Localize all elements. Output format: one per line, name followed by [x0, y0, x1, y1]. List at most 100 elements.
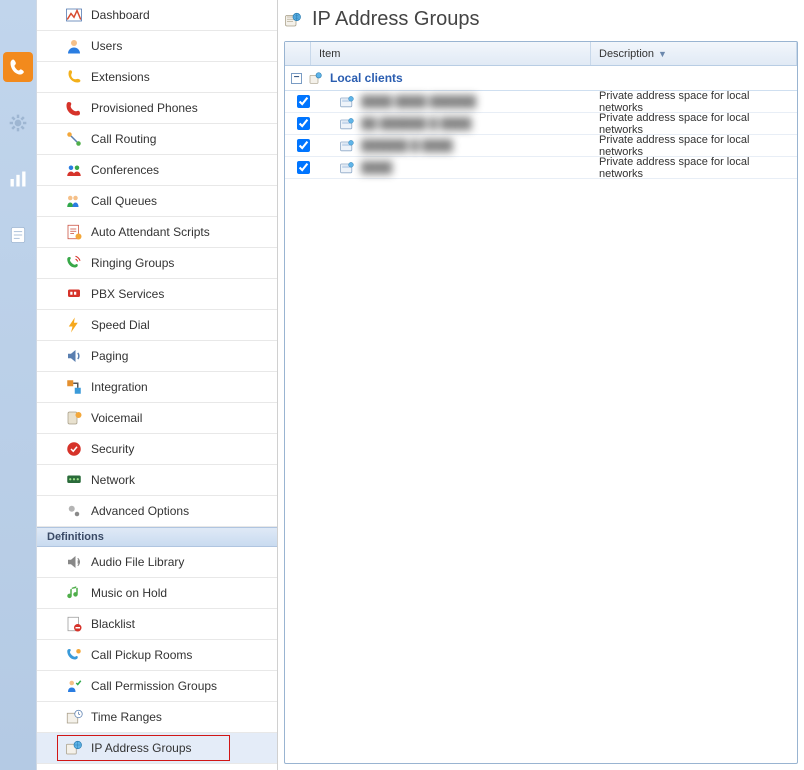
- data-rows: ████ ████ ██████ Private address space fo…: [285, 91, 797, 179]
- network-icon: [65, 471, 83, 489]
- sidebar-item-integration[interactable]: Integration: [37, 372, 277, 403]
- group-row-local-clients[interactable]: − Local clients: [285, 66, 797, 91]
- dashboard-icon: [65, 6, 83, 24]
- security-icon: [65, 440, 83, 458]
- row-item-text: ██ ██████ █ ████: [361, 118, 471, 130]
- sidebar-item-dashboard[interactable]: Dashboard: [37, 0, 277, 31]
- row-ip-icon: [339, 138, 355, 154]
- row-description: Private address space for local networks: [591, 90, 797, 114]
- sidebar-item-call-pickup-rooms[interactable]: Call Pickup Rooms: [37, 640, 277, 671]
- sidebar-item-paging[interactable]: Paging: [37, 341, 277, 372]
- sidebar-item-blacklist[interactable]: Blacklist: [37, 609, 277, 640]
- row-item-text: ████: [361, 162, 392, 174]
- sidebar-item-label: Call Permission Groups: [91, 679, 217, 693]
- edge-tab-stats[interactable]: [3, 164, 33, 194]
- main: IP Address Groups Item Description▼ − Lo…: [278, 0, 804, 770]
- sidebar-item-label: Security: [91, 442, 134, 456]
- row-item-text: ████ ████ ██████: [361, 96, 476, 108]
- row-item-cell: ██ ██████ █ ████: [311, 116, 591, 132]
- table-row[interactable]: ████ ████ ██████ Private address space fo…: [285, 91, 797, 113]
- sidebar-item-label: Integration: [91, 380, 148, 394]
- voicemail-icon: [65, 409, 83, 427]
- user-icon: [65, 37, 83, 55]
- column-checkbox[interactable]: [285, 42, 311, 65]
- row-checkbox-cell: [285, 158, 311, 177]
- row-item-cell: ████ ████ ██████: [311, 94, 591, 110]
- left-edge-stripe: [0, 0, 36, 770]
- edge-tab-phone[interactable]: [3, 52, 33, 82]
- page-header: IP Address Groups: [278, 0, 804, 41]
- sidebar-item-label: Music on Hold: [91, 586, 167, 600]
- sidebar-item-security[interactable]: Security: [37, 434, 277, 465]
- row-item-cell: ██████ █ ████: [311, 138, 591, 154]
- sidebar-item-time-ranges[interactable]: Time Ranges: [37, 702, 277, 733]
- row-item-text: ██████ █ ████: [361, 140, 453, 152]
- row-checkbox-cell: [285, 92, 311, 111]
- integration-icon: [65, 378, 83, 396]
- permission-icon: [65, 677, 83, 695]
- row-checkbox[interactable]: [297, 139, 310, 152]
- sidebar-item-label: Call Queues: [91, 194, 157, 208]
- edge-tab-notes[interactable]: [3, 220, 33, 250]
- sidebar-item-audio-file-library[interactable]: Audio File Library: [37, 547, 277, 578]
- sidebar-section-definitions: Definitions: [37, 527, 277, 547]
- sidebar-item-advanced-options[interactable]: Advanced Options: [37, 496, 277, 527]
- sidebar: Dashboard Users Extensions Provisioned Phon…: [36, 0, 278, 770]
- sidebar-item-users[interactable]: Users: [37, 31, 277, 62]
- table-row[interactable]: ██ ██████ █ ████ Private address space fo…: [285, 113, 797, 135]
- group-name: Local clients: [330, 71, 403, 85]
- phone-icon: [8, 57, 28, 77]
- row-checkbox-cell: [285, 114, 311, 133]
- sidebar-item-ringing-groups[interactable]: Ringing Groups: [37, 248, 277, 279]
- sidebar-item-call-queues[interactable]: Call Queues: [37, 186, 277, 217]
- sidebar-item-extensions[interactable]: Extensions: [37, 62, 277, 93]
- row-ip-icon: [339, 160, 355, 176]
- script-icon: [65, 223, 83, 241]
- phone-red-icon: [65, 99, 83, 117]
- collapse-toggle[interactable]: −: [291, 73, 302, 84]
- sidebar-item-voicemail[interactable]: Voicemail: [37, 403, 277, 434]
- edge-tab-settings[interactable]: [3, 108, 33, 138]
- sidebar-item-call-permission-groups[interactable]: Call Permission Groups: [37, 671, 277, 702]
- sidebar-item-speed-dial[interactable]: Speed Dial: [37, 310, 277, 341]
- column-description[interactable]: Description▼: [591, 42, 797, 65]
- music-icon: [65, 584, 83, 602]
- row-checkbox[interactable]: [297, 117, 310, 130]
- blacklist-icon: [65, 615, 83, 633]
- column-item[interactable]: Item: [311, 42, 591, 65]
- sidebar-item-auto-attendant-scripts[interactable]: Auto Attendant Scripts: [37, 217, 277, 248]
- sidebar-item-label: Paging: [91, 349, 128, 363]
- row-description: Private address space for local networks: [591, 134, 797, 158]
- sidebar-item-pbx-services[interactable]: PBX Services: [37, 279, 277, 310]
- sidebar-item-label: IP Address Groups: [91, 741, 192, 755]
- sidebar-item-label: Ringing Groups: [91, 256, 174, 270]
- sidebar-item-conferences[interactable]: Conferences: [37, 155, 277, 186]
- sidebar-item-label: Time Ranges: [91, 710, 162, 724]
- row-checkbox[interactable]: [297, 95, 310, 108]
- sidebar-item-label: Blacklist: [91, 617, 135, 631]
- sidebar-item-label: Users: [91, 39, 122, 53]
- sidebar-item-label: Call Routing: [91, 132, 156, 146]
- table-row[interactable]: ████ Private address space for local netw…: [285, 157, 797, 179]
- ip-group-icon: [284, 11, 302, 29]
- sidebar-item-provisioned-phones[interactable]: Provisioned Phones: [37, 93, 277, 124]
- sidebar-item-network[interactable]: Network: [37, 465, 277, 496]
- sidebar-item-label: Provisioned Phones: [91, 101, 198, 115]
- sidebar-item-call-routing[interactable]: Call Routing: [37, 124, 277, 155]
- content-pane: Item Description▼ − Local clients ████ █…: [284, 41, 798, 764]
- sidebar-item-label: Speed Dial: [91, 318, 150, 332]
- sort-desc-icon: ▼: [658, 49, 667, 59]
- row-checkbox[interactable]: [297, 161, 310, 174]
- sidebar-item-label: Extensions: [91, 70, 150, 84]
- routing-icon: [65, 130, 83, 148]
- sidebar-item-ip-address-groups[interactable]: IP Address Groups: [37, 733, 277, 764]
- ip-group-icon: [65, 739, 83, 757]
- audio-icon: [65, 553, 83, 571]
- handset-icon: [65, 68, 83, 86]
- table-row[interactable]: ██████ █ ████ Private address space for l…: [285, 135, 797, 157]
- queue-icon: [65, 192, 83, 210]
- sidebar-item-music-on-hold[interactable]: Music on Hold: [37, 578, 277, 609]
- row-description: Private address space for local networks: [591, 156, 797, 180]
- row-description: Private address space for local networks: [591, 112, 797, 136]
- stats-icon: [8, 169, 28, 189]
